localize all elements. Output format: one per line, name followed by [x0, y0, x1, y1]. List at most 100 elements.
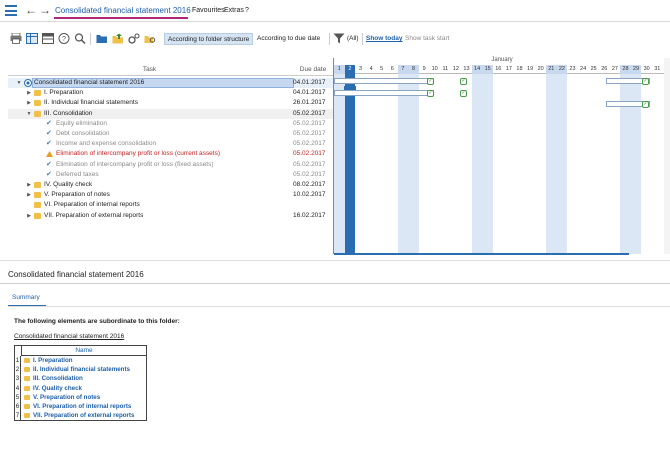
summary-intro: The following elements are subordinate t… — [14, 318, 180, 325]
gantt-milestone-icon[interactable]: ✓ — [642, 78, 649, 85]
gantt-horizontal-scrollbar[interactable] — [334, 253, 629, 255]
tree-row[interactable]: ▶ VII. Preparation of external reports 16.… — [8, 211, 333, 221]
menu-help[interactable]: ? — [245, 7, 249, 14]
open-folder-icon[interactable] — [96, 33, 108, 44]
tree-row[interactable]: ✔ Equity elimination 05.02.2017 — [8, 119, 333, 129]
gantt-task-bar[interactable] — [334, 90, 434, 96]
tree-row-label: V. Preparation of notes — [44, 191, 110, 199]
collapse-arrow-icon[interactable]: ▼ — [16, 78, 22, 88]
subordinate-folder-link[interactable]: VII. Preparation of external reports — [33, 411, 134, 420]
app-title[interactable]: Consolidated financial statement 2016 — [55, 6, 191, 15]
gantt-summary-bar[interactable] — [334, 78, 434, 84]
tree-row-label: VI. Preparation of internal reports — [44, 201, 140, 209]
tree-row[interactable]: ▼ Consolidated financial statement 2016 04… — [8, 78, 333, 88]
tree-row[interactable]: Elimination of intercompany profit or lo… — [8, 149, 333, 159]
help-icon[interactable]: ? — [58, 33, 70, 44]
forward-arrow-icon[interactable]: → — [39, 4, 51, 16]
table-row[interactable]: 3 III. Consolidation — [15, 374, 146, 384]
subordinate-folder-link[interactable]: I. Preparation — [33, 356, 73, 365]
gantt-milestone-icon[interactable]: ✓ — [642, 101, 649, 108]
row-number: 5 — [15, 392, 21, 402]
tree-row-due-date: 05.02.2017 — [293, 140, 326, 148]
subordinate-table: Name 1 I. Preparation 2 II. Individual fina… — [14, 345, 147, 422]
warning-icon — [46, 151, 53, 158]
search-icon[interactable] — [74, 33, 86, 45]
folder-icon — [24, 367, 30, 373]
gantt-weekend-column — [408, 74, 419, 254]
expand-arrow-icon[interactable]: ▶ — [26, 180, 32, 190]
subordinate-folder-link[interactable]: III. Consolidation — [33, 374, 83, 383]
task-check-icon: ✔ — [46, 130, 52, 137]
subordinate-folder-link[interactable]: II. Individual financial statements — [33, 365, 130, 374]
expand-arrow-icon[interactable]: ▶ — [26, 211, 32, 221]
tree-row[interactable]: ▶ I. Preparation 04.01.2017 — [8, 88, 333, 98]
svg-text:?: ? — [62, 36, 66, 43]
subordinate-folder-link[interactable]: IV. Quality check — [33, 384, 82, 393]
gantt-day-label: 9 — [422, 66, 426, 72]
view-folder-structure-button[interactable]: According to folder structure — [164, 33, 254, 45]
gantt-day-header: 1 2 3 4 5 6 7 8 9 10 11 12 13 14 15 16 17 18 19 20 21 22 23 24 2… — [334, 65, 670, 74]
table-row[interactable]: 7 VII. Preparation of external reports — [15, 411, 146, 421]
gantt-view-icon[interactable] — [42, 33, 54, 44]
show-task-start-button[interactable]: Show task start — [402, 33, 452, 45]
column-header-task[interactable]: Task — [8, 66, 291, 73]
expand-arrow-icon[interactable]: ▶ — [26, 88, 32, 98]
gantt-day-label: 6 — [390, 66, 394, 72]
table-view-icon[interactable] — [26, 33, 38, 44]
tree-row-label: Deferred taxes — [56, 170, 99, 178]
settings-icon[interactable] — [128, 33, 140, 44]
table-row[interactable]: 6 VI. Preparation of internal reports — [15, 401, 146, 412]
tree-row[interactable]: ▶ II. Individual financial statements 26.0… — [8, 98, 333, 108]
filter-value[interactable]: (All) — [344, 33, 362, 45]
subordinate-folder-link[interactable]: V. Preparation of notes — [33, 393, 100, 402]
gantt-day-label: 4 — [369, 66, 373, 72]
folder-icon — [34, 212, 41, 219]
task-check-icon: ✔ — [46, 119, 52, 127]
gantt-milestone-icon[interactable]: ✓ — [427, 90, 434, 97]
show-today-button[interactable]: Show today — [363, 33, 405, 45]
tab-summary[interactable]: Summary — [12, 294, 40, 301]
gantt-milestone-icon[interactable]: ✓ — [460, 90, 467, 97]
tree-row[interactable]: ✔ Income and expense consolidation 05.02.2… — [8, 139, 333, 149]
tree-row[interactable]: VI. Preparation of internal reports — [8, 200, 333, 210]
upload-folder-icon[interactable] — [112, 33, 124, 44]
tree-row-due-date: 16.02.2017 — [293, 211, 326, 219]
column-header-due-date[interactable]: Due date — [293, 66, 333, 73]
hamburger-menu-icon[interactable] — [5, 5, 17, 16]
panel-separator — [0, 260, 670, 261]
gantt-day-label: 17 — [505, 66, 512, 72]
gantt-day-label: 18 — [516, 66, 523, 72]
folder-icon — [34, 100, 41, 107]
gantt-milestone-icon[interactable]: ✓ — [460, 78, 467, 85]
tree-row[interactable]: ✔ Deferred taxes 05.02.2017 — [8, 170, 333, 180]
subordinate-folder-link[interactable]: VI. Preparation of internal reports — [33, 402, 131, 411]
table-row[interactable]: 2 II. Individual financial statements — [15, 365, 146, 375]
tree-row[interactable]: ▶ V. Preparation of notes 10.02.2017 — [8, 190, 333, 200]
view-due-date-button[interactable]: According to due date — [254, 33, 323, 45]
tree-row[interactable]: ▶ IV. Quality check 08.02.2017 — [8, 180, 333, 190]
tree-row-label: III. Consolidation — [44, 109, 93, 117]
expand-arrow-icon[interactable]: ▶ — [26, 98, 32, 108]
tree-row[interactable]: ✔ Elimination of intercompany profit or l… — [8, 160, 333, 170]
table-row[interactable]: 1 I. Preparation — [15, 356, 146, 366]
print-icon[interactable] — [10, 32, 22, 44]
menu-extras[interactable]: Extras — [224, 7, 244, 14]
menu-favourites[interactable]: Favourites — [192, 7, 225, 14]
vertical-scrollbar[interactable] — [664, 58, 670, 254]
folder-icon — [24, 394, 30, 400]
gantt-day-label: 30 — [643, 66, 650, 72]
summary-folder-link[interactable]: Consolidated financial statement 2016 — [14, 333, 124, 340]
table-row[interactable]: 4 IV. Quality check — [15, 383, 146, 393]
tree-row[interactable]: ▼ III. Consolidation 05.02.2017 — [8, 108, 333, 119]
gantt-day-label: 20 — [537, 66, 544, 72]
tree-row[interactable]: ✔ Debt consolidation 05.02.2017 — [8, 129, 333, 139]
folder-search-icon[interactable] — [144, 33, 156, 44]
expand-arrow-icon[interactable]: ▶ — [26, 190, 32, 200]
gantt-day-label: 3 — [358, 66, 363, 72]
gantt-milestone-icon[interactable]: ✓ — [427, 78, 434, 85]
tree-row-label: Income and expense consolidation — [56, 140, 157, 148]
table-row[interactable]: 5 V. Preparation of notes — [15, 392, 146, 402]
back-arrow-icon[interactable]: ← — [25, 4, 37, 16]
tree-row-label: I. Preparation — [44, 89, 84, 97]
collapse-arrow-icon[interactable]: ▼ — [26, 109, 32, 119]
